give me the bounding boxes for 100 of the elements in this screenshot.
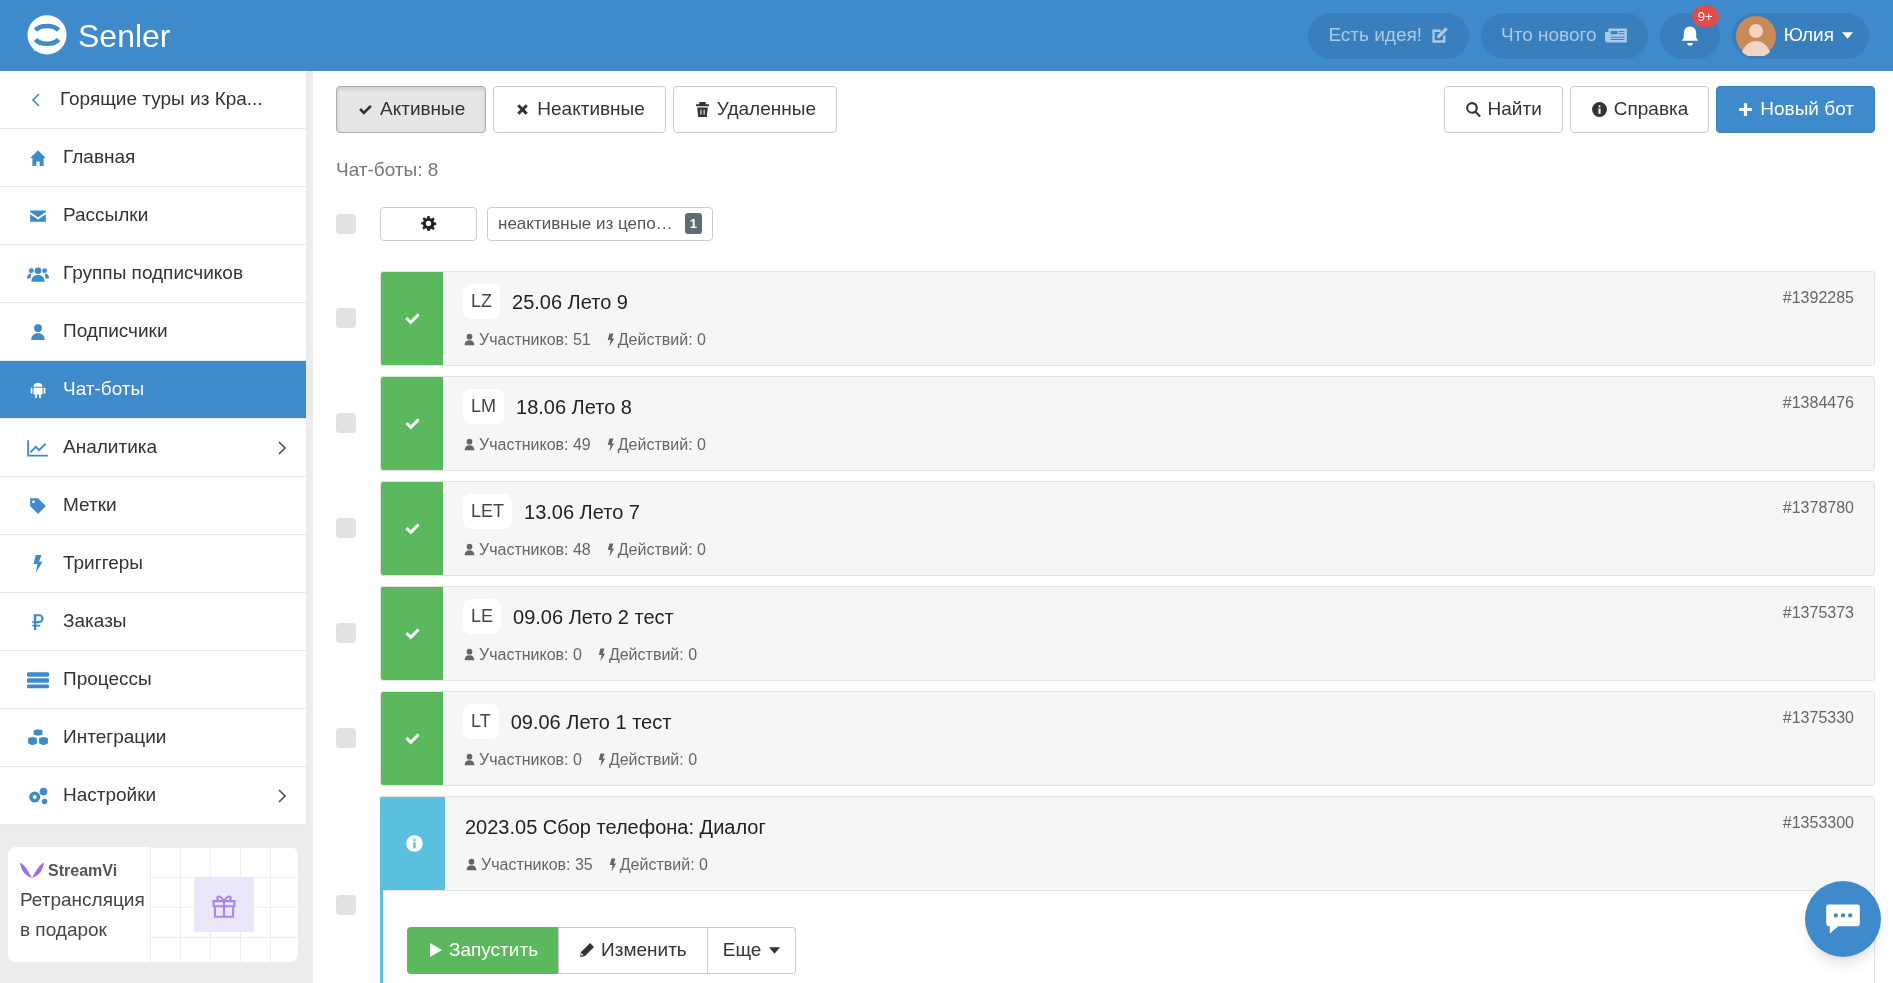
promo-text: Ретрансляция в подарок	[20, 888, 146, 942]
participant-count: Участников: 51	[479, 329, 591, 350]
notification-badge: 9+	[1691, 5, 1719, 27]
filter-tab[interactable]: Активные	[336, 86, 487, 133]
logo-text: Senler	[78, 16, 171, 56]
back-item[interactable]: Горящие туры из Кра...	[0, 71, 306, 129]
bot-card[interactable]: LM 18.06 Лето 8 Участников: 49 Действий: 0 #1384476	[380, 375, 1875, 471]
sidebar-item[interactable]: Интеграции	[0, 709, 306, 767]
more-button[interactable]: Еще	[707, 926, 797, 974]
bot-tag: LET	[463, 494, 512, 529]
promo-brand: StreamVi	[48, 861, 118, 881]
participant-count: Участников: 49	[479, 434, 591, 455]
info-icon	[404, 833, 424, 853]
avatar	[1735, 15, 1776, 56]
checkbox[interactable]	[336, 518, 356, 538]
filter-tab[interactable]: Неактивные	[493, 86, 666, 133]
bot-id: #1353300	[1782, 812, 1855, 833]
person-icon	[463, 753, 476, 766]
settings-icon	[420, 215, 437, 232]
bot-title: 13.06 Лето 7	[524, 499, 640, 525]
lightning-icon	[606, 332, 615, 347]
checkbox[interactable]	[336, 413, 356, 433]
bot-card[interactable]: LZ 25.06 Лето 9 Участников: 51 Действий: 0 #1392285	[380, 270, 1875, 366]
filter-dropdown[interactable]: неактивные из цепо… 1	[487, 206, 713, 241]
edit-button[interactable]: Изменить	[558, 926, 708, 974]
bot-id: #1375330	[1782, 707, 1855, 728]
chevron-right-icon	[278, 788, 286, 803]
person-icon	[465, 858, 478, 871]
play-icon	[427, 942, 443, 958]
user-menu[interactable]: Юлия	[1731, 12, 1869, 59]
pencil-icon	[579, 942, 596, 958]
server-icon	[27, 670, 49, 689]
bot-title: 09.06 Лето 1 тест	[510, 709, 672, 735]
participant-count: Участников: 0	[479, 749, 582, 770]
bot-title: 25.06 Лето 9	[512, 289, 628, 315]
sidebar-item[interactable]: Подписчики	[0, 303, 306, 361]
people-icon	[27, 264, 49, 283]
lightning-icon	[606, 542, 615, 557]
checkbox[interactable]	[336, 728, 356, 748]
bot-card[interactable]: LT 09.06 Лето 1 тест Участников: 0 Действий: 0 #1375330	[380, 690, 1875, 786]
lightning-icon	[608, 857, 617, 872]
person-icon	[463, 333, 476, 346]
participant-count: Участников: 35	[481, 854, 593, 875]
settings-button[interactable]	[380, 206, 477, 241]
sidebar-item[interactable]: Главная	[0, 129, 306, 187]
bot-id: #1384476	[1782, 392, 1855, 413]
count-badge: 1	[684, 212, 702, 235]
lightning-icon	[606, 437, 615, 452]
participant-count: Участников: 48	[479, 539, 591, 560]
help-button[interactable]: Справка	[1569, 86, 1710, 133]
bot-id: #1375373	[1782, 602, 1855, 623]
bot-tag: LM	[463, 389, 504, 424]
search-button[interactable]: Найти	[1443, 86, 1563, 133]
bot-card[interactable]: LE 09.06 Лето 2 тест Участников: 0 Действий: 0 #1375373	[380, 585, 1875, 681]
chat-icon	[1825, 902, 1861, 936]
action-count: Действий: 0	[617, 539, 706, 560]
action-count: Действий: 0	[608, 644, 698, 665]
person-icon	[463, 648, 476, 661]
edit-icon	[1430, 26, 1450, 45]
action-count: Действий: 0	[619, 854, 708, 875]
info-icon	[1590, 101, 1608, 118]
lightning-icon	[597, 752, 606, 767]
filter-tab[interactable]: Удаленные	[672, 86, 837, 133]
bot-card[interactable]: LET 13.06 Лето 7 Участников: 48 Действий: 0 #1378780	[380, 480, 1875, 576]
lightning-icon	[597, 647, 606, 662]
sidebar-item[interactable]: Группы подписчиков	[0, 245, 306, 303]
bot-tag: LE	[463, 599, 502, 634]
newspaper-icon	[1604, 26, 1628, 45]
person-icon	[463, 543, 476, 556]
action-count: Действий: 0	[617, 329, 706, 350]
sidebar-item[interactable]: Заказы	[0, 593, 306, 651]
promo-card[interactable]: StreamVi Ретрансляция в подарок	[8, 847, 298, 962]
bot-id: #1378780	[1782, 497, 1855, 518]
participant-count: Участников: 0	[479, 644, 582, 665]
bot-id: #1392285	[1782, 287, 1855, 308]
checkbox[interactable]	[336, 895, 356, 915]
sidebar-item[interactable]: Аналитика	[0, 419, 306, 477]
bot-title: 09.06 Лето 2 тест	[513, 604, 674, 630]
bot-card[interactable]: 2023.05 Сбор телефона: Диалог Участников: 35 Действий: 0 #1353300 Запустить Изменить Еще	[380, 795, 1875, 983]
action-count: Действий: 0	[608, 749, 698, 770]
sidebar-item[interactable]: Рассылки	[0, 187, 306, 245]
checkbox[interactable]	[336, 213, 356, 234]
action-count: Действий: 0	[617, 434, 706, 455]
chevron-right-icon	[278, 440, 286, 455]
line-chart-icon	[27, 438, 49, 457]
bot-title: 2023.05 Сбор телефона: Диалог	[465, 814, 766, 840]
bot-title: 18.06 Лето 8	[516, 394, 632, 420]
bot-count: Чат-боты: 8	[336, 158, 439, 182]
sidebar-item[interactable]: Настройки	[0, 767, 306, 825]
person-icon	[463, 438, 476, 451]
sidebar-item[interactable]: Чат-боты	[0, 361, 306, 419]
sidebar-item[interactable]: Метки	[0, 477, 306, 535]
checkbox[interactable]	[336, 308, 356, 328]
cubes-icon	[27, 728, 49, 747]
trash-icon	[693, 101, 711, 118]
sidebar-item[interactable]: Триггеры	[0, 535, 306, 593]
checkbox[interactable]	[336, 623, 356, 643]
sidebar-item[interactable]: Процессы	[0, 651, 306, 709]
new-bot-button[interactable]: Новый бот	[1716, 86, 1875, 133]
plus-icon	[1737, 101, 1755, 118]
